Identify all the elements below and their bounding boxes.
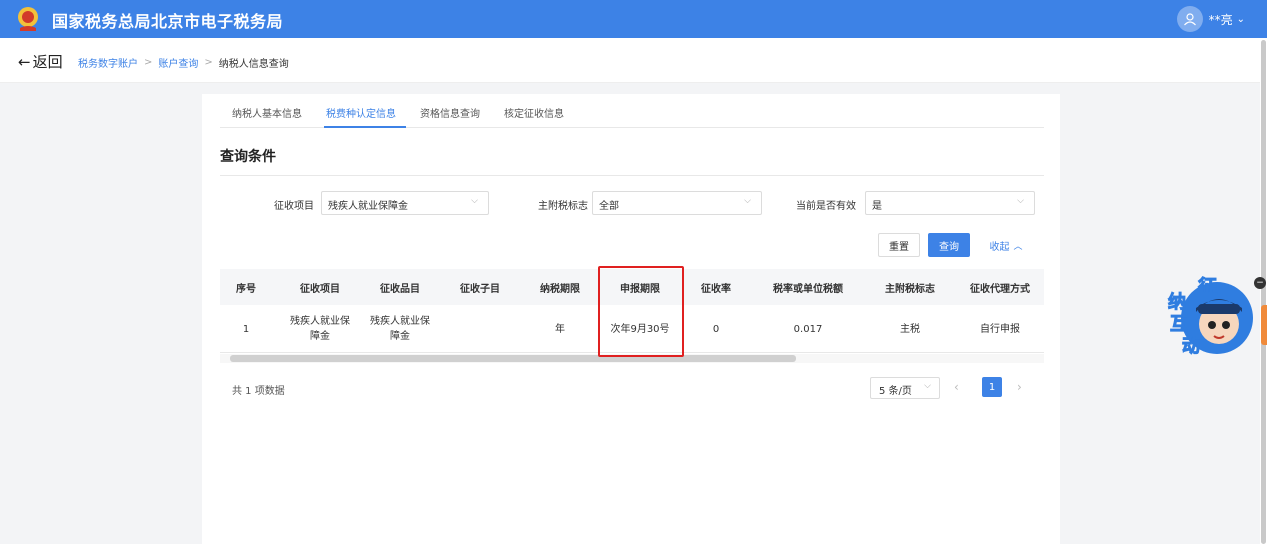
column-header: 征收项目 [300, 284, 340, 295]
levy-item-select[interactable]: 残疾人就业保障金 ⌵ [321, 191, 489, 215]
cell-deadline: 次年9月30号 [610, 324, 670, 335]
chevron-down-icon: ⌵ [924, 381, 931, 391]
prev-page-button[interactable]: ‹ [954, 380, 959, 394]
table-header: 序号 征收项目 征收品目 征收子目 纳税期限 申报期限 征收率 税率或单位税额 … [220, 269, 1044, 305]
breadcrumb-item-query[interactable]: 账户查询 [158, 55, 198, 70]
assistant-char-1: 征 [1197, 276, 1218, 299]
valid-select[interactable]: 是 ⌵ [865, 191, 1035, 215]
breadcrumb-item-account[interactable]: 税务数字账户 [78, 55, 138, 70]
chevron-right-icon: > [144, 57, 153, 68]
assistant-close-icon[interactable]: − [1254, 277, 1266, 289]
tab-tax-type-info[interactable]: 税费种认定信息 [326, 105, 396, 120]
query-button[interactable]: 查询 [928, 233, 970, 257]
column-header: 征收品目 [380, 284, 420, 295]
cell-period: 年 [555, 324, 565, 335]
field-label-levy-item: 征收项目 [274, 201, 314, 212]
field-label-main-flag: 主附税标志 [538, 201, 588, 212]
user-icon [1183, 13, 1196, 26]
cell-levy-category-line1: 残疾人就业保 [370, 316, 430, 327]
chevron-down-icon: ⌵ [1017, 196, 1024, 206]
arrow-left-icon: ← [18, 52, 31, 71]
tab-qualification[interactable]: 资格信息查询 [420, 105, 480, 120]
cell-agent-method: 自行申报 [980, 324, 1020, 335]
cell-index: 1 [242, 324, 250, 335]
tax-emblem-icon [18, 7, 38, 31]
column-header: 征收率 [701, 284, 731, 295]
page-size-select[interactable]: 5 条/页 ⌵ [870, 377, 940, 399]
tab-assessed-collection[interactable]: 核定征收信息 [504, 105, 564, 120]
side-tab-handle[interactable] [1261, 305, 1267, 345]
cell-levy-item-line2: 障金 [310, 331, 330, 342]
main-card: 纳税人基本信息 税费种认定信息 资格信息查询 核定征收信息 查询条件 征收项目 … [202, 94, 1060, 544]
cell-levy-category: 残疾人就业保 障金 [368, 314, 432, 344]
tab-bar: 纳税人基本信息 税费种认定信息 资格信息查询 核定征收信息 [220, 94, 1044, 128]
cell-levy-item-line1: 残疾人就业保 [290, 316, 350, 327]
main-flag-select[interactable]: 全部 ⌵ [592, 191, 762, 215]
column-header: 主附税标志 [885, 284, 935, 295]
reset-button[interactable]: 重置 [878, 233, 920, 257]
back-button[interactable]: ← 返回 [18, 51, 63, 72]
section-title: 查询条件 [220, 149, 276, 165]
column-header: 申报期限 [620, 284, 660, 295]
column-header: 征收子目 [460, 284, 500, 295]
table-horizontal-scrollbar[interactable] [230, 355, 796, 362]
cell-main-flag: 主税 [900, 324, 920, 335]
user-name: **亮 [1208, 12, 1233, 27]
chevron-down-icon: ⌵ [744, 196, 751, 206]
cell-rate: 0 [712, 324, 720, 335]
field-label-valid: 当前是否有效 [796, 201, 856, 212]
assistant-widget[interactable]: 征 纳 互 动 [1160, 268, 1255, 360]
column-header: 税率或单位税额 [773, 284, 843, 295]
column-header: 纳税期限 [540, 284, 580, 295]
cell-levy-item: 残疾人就业保 障金 [288, 314, 352, 344]
total-count: 共 1 项数据 [232, 386, 285, 397]
top-bar: 国家税务总局北京市电子税务局 **亮 ⌄ [0, 0, 1267, 38]
column-header: 征收代理方式 [970, 284, 1030, 295]
chevron-right-icon: > [204, 57, 213, 68]
assistant-char-4: 动 [1182, 336, 1201, 358]
page-scrollbar[interactable] [1261, 40, 1266, 544]
cell-tax-rate: 0.017 [793, 324, 823, 335]
chevron-down-icon: ⌵ [471, 196, 478, 206]
active-tab-indicator [324, 126, 406, 128]
avatar [1176, 6, 1203, 32]
breadcrumb-item-current: 纳税人信息查询 [218, 59, 289, 70]
levy-item-value: 残疾人就业保障金 [328, 201, 408, 212]
tab-taxpayer-basic[interactable]: 纳税人基本信息 [232, 105, 302, 120]
chevron-down-icon: ⌄ [1236, 13, 1245, 25]
page-number-button[interactable]: 1 [982, 377, 1002, 397]
collapse-label: 收起 [989, 241, 1010, 253]
back-label: 返回 [32, 53, 63, 71]
column-header: 序号 [236, 284, 256, 295]
divider [220, 175, 1044, 176]
collapse-button[interactable]: 收起 ︿ [986, 233, 1026, 257]
user-menu[interactable]: **亮 ⌄ [1176, 6, 1245, 32]
cell-levy-category-line2: 障金 [390, 331, 410, 342]
nav-bar: ← 返回 税务数字账户 > 账户查询 > 纳税人信息查询 [0, 38, 1260, 83]
site-title: 国家税务总局北京市电子税务局 [52, 12, 284, 31]
next-page-button[interactable]: › [1017, 380, 1022, 394]
divider [220, 352, 1044, 353]
breadcrumb: 税务数字账户 > 账户查询 > 纳税人信息查询 [78, 55, 289, 70]
chevron-up-icon: ︿ [1013, 241, 1023, 252]
main-flag-value: 全部 [599, 201, 619, 212]
page-size-value: 5 条/页 [879, 386, 912, 397]
valid-value: 是 [872, 201, 882, 212]
